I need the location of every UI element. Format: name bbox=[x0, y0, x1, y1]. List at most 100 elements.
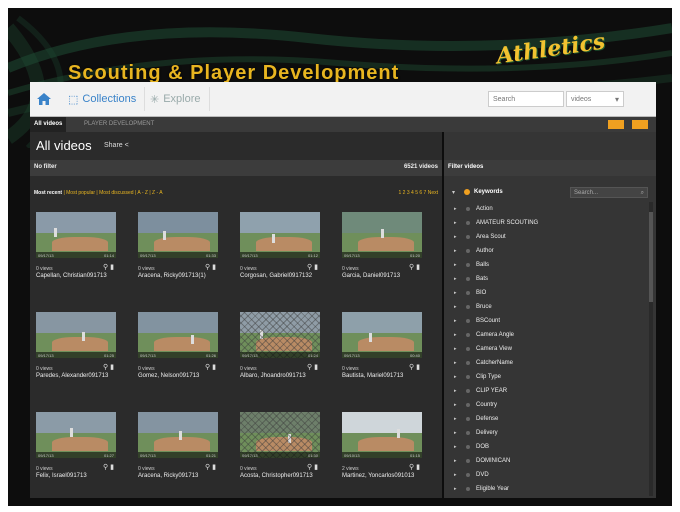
video-thumbnail[interactable]: 09/17/13 01:12 bbox=[240, 212, 320, 258]
sort-a-z[interactable]: A - Z bbox=[137, 190, 148, 196]
filter-item[interactable]: ▸ BSCount bbox=[444, 314, 644, 328]
sort-z-a[interactable]: Z - A bbox=[152, 190, 163, 196]
search-scope-select[interactable]: videos ▾ bbox=[566, 91, 624, 107]
video-card[interactable]: 09/17/13 01:24 0 views ⚲ ▮ Albaro, Jhoandro0… bbox=[240, 312, 320, 392]
video-thumbnail[interactable]: 09/17/13 01:33 bbox=[138, 212, 218, 258]
expand-arrow-icon[interactable]: ▸ bbox=[454, 346, 457, 352]
video-card[interactable]: 09/17/13 01:21 0 views ⚲ ▮ Aracena, Ricky091… bbox=[138, 412, 218, 492]
expand-arrow-icon[interactable]: ▸ bbox=[454, 276, 457, 282]
share-button[interactable]: Share < bbox=[104, 142, 129, 149]
collections-button[interactable]: ⬚ Collections bbox=[60, 87, 146, 111]
delete-icon[interactable]: ▮ bbox=[110, 464, 114, 471]
expand-arrow-icon[interactable]: ▸ bbox=[454, 234, 457, 240]
list-view-button[interactable] bbox=[608, 120, 624, 129]
video-thumbnail[interactable]: 09/17/13 01:21 bbox=[138, 412, 218, 458]
filter-item[interactable]: ▸ Author bbox=[444, 244, 644, 258]
filter-item[interactable]: ▸ Camera View bbox=[444, 342, 644, 356]
video-card[interactable]: 09/17/13 01:14 0 views ⚲ ▮ Capellan, Christi… bbox=[36, 212, 116, 292]
sort-most-recent[interactable]: Most recent bbox=[34, 190, 62, 196]
link-icon[interactable]: ⚲ bbox=[409, 364, 414, 371]
keyword-search-input[interactable]: Search... ⌕ bbox=[570, 187, 648, 198]
expand-arrow-icon[interactable]: ▸ bbox=[454, 262, 457, 268]
video-thumbnail[interactable]: 09/17/13 01:20 bbox=[342, 212, 422, 258]
filter-item[interactable]: ▸ CatcherName bbox=[444, 356, 644, 370]
explore-button[interactable]: ✳ Explore bbox=[142, 87, 210, 111]
expand-arrow-icon[interactable]: ▸ bbox=[454, 430, 457, 436]
filter-item[interactable]: ▸ Defense bbox=[444, 412, 644, 426]
expand-arrow-icon[interactable]: ▸ bbox=[454, 248, 457, 254]
keywords-row[interactable]: ▾ Keywords Search... ⌕ bbox=[444, 186, 656, 200]
video-thumbnail[interactable]: 09/17/13 01:27 bbox=[36, 412, 116, 458]
link-icon[interactable]: ⚲ bbox=[103, 364, 108, 371]
filter-item[interactable]: ▸ DOMINICAN bbox=[444, 454, 644, 468]
video-title[interactable]: Aracena, Ricky091713(1) bbox=[138, 273, 218, 280]
delete-icon[interactable]: ▮ bbox=[212, 464, 216, 471]
filter-scrollbar-thumb[interactable] bbox=[649, 212, 653, 302]
video-card[interactable]: 09/17/13 01:33 0 views ⚲ ▮ Aracena, Ricky091… bbox=[138, 212, 218, 292]
filter-item[interactable]: ▸ Delivery bbox=[444, 426, 644, 440]
expand-arrow-icon[interactable]: ▸ bbox=[454, 304, 457, 310]
expand-arrow-icon[interactable]: ▸ bbox=[454, 374, 457, 380]
expand-arrow-icon[interactable]: ▸ bbox=[454, 388, 457, 394]
video-card[interactable]: 09/17/13 01:12 0 views ⚲ ▮ Corgosan, Gabriel… bbox=[240, 212, 320, 292]
expand-arrow-icon[interactable]: ▾ bbox=[452, 189, 455, 196]
video-title[interactable]: Felix, Israel091713 bbox=[36, 473, 116, 480]
home-button[interactable] bbox=[30, 82, 58, 116]
link-icon[interactable]: ⚲ bbox=[307, 364, 312, 371]
delete-icon[interactable]: ▮ bbox=[416, 264, 420, 271]
link-icon[interactable]: ⚲ bbox=[409, 264, 414, 271]
pagination[interactable]: 1 2 3 4 5 6 7 Next bbox=[399, 190, 438, 196]
filter-item[interactable]: ▸ Eligible Year bbox=[444, 482, 644, 496]
video-thumbnail[interactable]: 09/17/13 01:14 bbox=[36, 212, 116, 258]
video-title[interactable]: Garcia, Daniel091713 bbox=[342, 273, 422, 280]
expand-arrow-icon[interactable]: ▸ bbox=[454, 416, 457, 422]
link-icon[interactable]: ⚲ bbox=[205, 264, 210, 271]
video-card[interactable]: 09/17/13 01:25 0 views ⚲ ▮ Paredes, Alexande… bbox=[36, 312, 116, 392]
video-card[interactable]: 09/17/13 01:20 0 views ⚲ ▮ Garcia, Daniel091… bbox=[342, 212, 422, 292]
expand-arrow-icon[interactable]: ▸ bbox=[454, 290, 457, 296]
expand-arrow-icon[interactable]: ▸ bbox=[454, 444, 457, 450]
delete-icon[interactable]: ▮ bbox=[110, 264, 114, 271]
link-icon[interactable]: ⚲ bbox=[307, 264, 312, 271]
video-thumbnail[interactable]: 09/17/13 01:25 bbox=[36, 312, 116, 358]
filter-item[interactable]: ▸ AMATEUR SCOUTING bbox=[444, 216, 644, 230]
sort-most-popular[interactable]: Most popular bbox=[66, 190, 95, 196]
expand-arrow-icon[interactable]: ▸ bbox=[454, 458, 457, 464]
tab-all-videos[interactable]: All videos bbox=[30, 117, 67, 132]
expand-arrow-icon[interactable]: ▸ bbox=[454, 332, 457, 338]
video-title[interactable]: Martinez, Yoncarlos091013 bbox=[342, 473, 422, 480]
video-thumbnail[interactable]: 09/10/13 01:15 bbox=[342, 412, 422, 458]
grid-view-button[interactable] bbox=[632, 120, 648, 129]
delete-icon[interactable]: ▮ bbox=[314, 464, 318, 471]
video-card[interactable]: 09/17/13 00:40 0 views ⚲ ▮ Bautista, Mariel0… bbox=[342, 312, 422, 392]
video-thumbnail[interactable]: 09/17/13 00:40 bbox=[342, 312, 422, 358]
filter-item[interactable]: ▸ Bruce bbox=[444, 300, 644, 314]
filter-scrollbar[interactable] bbox=[649, 202, 653, 496]
video-card[interactable]: 09/17/13 01:27 0 views ⚲ ▮ Felix, Israel0917… bbox=[36, 412, 116, 492]
video-title[interactable]: Aracena, Ricky091713 bbox=[138, 473, 218, 480]
filter-item[interactable]: ▸ Action bbox=[444, 202, 644, 216]
filter-item[interactable]: ▸ Camera Angle bbox=[444, 328, 644, 342]
link-icon[interactable]: ⚲ bbox=[205, 364, 210, 371]
delete-icon[interactable]: ▮ bbox=[110, 364, 114, 371]
link-icon[interactable]: ⚲ bbox=[103, 464, 108, 471]
video-card[interactable]: 09/17/13 01:26 0 views ⚲ ▮ Gomez, Nelson0917… bbox=[138, 312, 218, 392]
delete-icon[interactable]: ▮ bbox=[212, 264, 216, 271]
link-icon[interactable]: ⚲ bbox=[307, 464, 312, 471]
video-title[interactable]: Corgosan, Gabriel0917132 bbox=[240, 273, 320, 280]
filter-item[interactable]: ▸ Bats bbox=[444, 272, 644, 286]
filter-item[interactable]: ▸ DVD bbox=[444, 468, 644, 482]
video-card[interactable]: 09/17/13 01:30 0 views ⚲ ▮ Acosta, Christoph… bbox=[240, 412, 320, 492]
video-title[interactable]: Capellan, Christian091713 bbox=[36, 273, 116, 280]
expand-arrow-icon[interactable]: ▸ bbox=[454, 318, 457, 324]
search-input[interactable]: Search bbox=[488, 91, 564, 107]
delete-icon[interactable]: ▮ bbox=[314, 264, 318, 271]
expand-arrow-icon[interactable]: ▸ bbox=[454, 206, 457, 212]
link-icon[interactable]: ⚲ bbox=[409, 464, 414, 471]
expand-arrow-icon[interactable]: ▸ bbox=[454, 402, 457, 408]
link-icon[interactable]: ⚲ bbox=[103, 264, 108, 271]
filter-item[interactable]: ▸ Area Scout bbox=[444, 230, 644, 244]
sort-most-discussed[interactable]: Most discussed bbox=[99, 190, 133, 196]
expand-arrow-icon[interactable]: ▸ bbox=[454, 472, 457, 478]
video-card[interactable]: 09/10/13 01:15 2 views ⚲ ▮ Martinez, Yoncarl… bbox=[342, 412, 422, 492]
